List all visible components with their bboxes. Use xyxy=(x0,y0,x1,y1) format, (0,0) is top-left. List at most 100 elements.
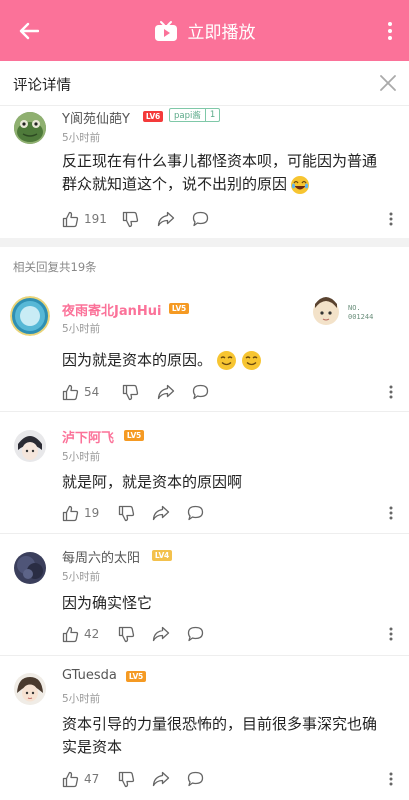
thumb-up-icon xyxy=(62,211,79,227)
dislike-button[interactable] xyxy=(118,502,135,524)
replies-count-label: 相关回复共19条 xyxy=(13,260,97,274)
comment-text-line: 因为确实怪它 xyxy=(62,594,153,612)
top-bar: 立即播放 xyxy=(0,0,409,61)
smiling-emoji-icon xyxy=(217,351,237,370)
comment-icon xyxy=(192,384,209,400)
avatar[interactable] xyxy=(10,296,50,336)
comment-icon xyxy=(187,626,204,642)
play-now-wrap: 立即播放 xyxy=(0,0,409,61)
reply-item: 夜雨寄北JanHui LV5 5小时前 NO. 001244 因为就是资本的原因… xyxy=(0,292,409,410)
more-vertical-icon[interactable] xyxy=(385,211,397,227)
more-menu-button[interactable] xyxy=(383,18,397,44)
reply-button[interactable] xyxy=(192,381,209,403)
share-icon xyxy=(157,211,175,227)
decoration-number: NO. 001244 xyxy=(348,304,373,322)
more-vertical-icon[interactable] xyxy=(385,505,397,521)
timestamp: 5小时前 xyxy=(62,132,101,144)
comment-text: 因为就是资本的原因。 xyxy=(62,349,392,372)
thumb-up-icon xyxy=(62,505,79,521)
thumb-down-icon xyxy=(122,384,139,400)
dislike-button[interactable] xyxy=(122,381,139,403)
page-title: 评论详情 xyxy=(13,78,71,94)
level-badge: LV5 xyxy=(169,303,189,314)
share-button[interactable] xyxy=(152,623,170,645)
dark-avatar-icon xyxy=(14,552,46,584)
more-vertical-icon[interactable] xyxy=(385,384,397,400)
share-button[interactable] xyxy=(157,208,175,230)
avatar[interactable] xyxy=(14,673,46,705)
like-count: 47 xyxy=(84,772,100,786)
timestamp: 5小时前 xyxy=(62,693,101,705)
like-button[interactable]: 54 xyxy=(62,381,99,403)
comment-text-line: 群众就知道这个，说不出别的原因 xyxy=(62,175,288,193)
reply-button[interactable] xyxy=(187,768,204,790)
dislike-button[interactable] xyxy=(122,208,139,230)
more-vertical-icon[interactable] xyxy=(385,626,397,642)
smiling-emoji-icon xyxy=(242,351,262,370)
share-button[interactable] xyxy=(157,381,175,403)
username[interactable]: GTuesda xyxy=(62,668,117,683)
level-badge: LV6 xyxy=(143,111,163,122)
comment-text: 反正现在有什么事儿都怪资本呗，可能因为普通 群众就知道这个，说不出别的原因 xyxy=(62,150,392,196)
dislike-button[interactable] xyxy=(118,623,135,645)
reply-button[interactable] xyxy=(187,623,204,645)
like-count: 191 xyxy=(84,212,107,226)
section-separator xyxy=(0,238,409,247)
comment-actions: 42 xyxy=(62,623,397,645)
comment-text: 资本引导的力量很恐怖的，目前很多事深究也确 实是资本 xyxy=(62,713,392,759)
comment-text-line: 反正现在有什么事儿都怪资本呗，可能因为普通 xyxy=(62,152,378,170)
avatar[interactable] xyxy=(14,430,46,462)
avatar[interactable] xyxy=(14,552,46,584)
comment-actions: 54 xyxy=(62,381,397,403)
avatar[interactable] xyxy=(14,112,46,144)
comment-text-line: 资本引导的力量很恐怖的，目前很多事深究也确 xyxy=(62,715,378,733)
decoration-number-value: 001244 xyxy=(348,313,374,321)
anime-avatar-icon xyxy=(14,673,46,705)
username[interactable]: 泸下阿飞 xyxy=(62,427,114,446)
timestamp: 5小时前 xyxy=(62,571,101,583)
comment-actions: 19 xyxy=(62,502,397,524)
share-icon xyxy=(152,505,170,521)
avatar-frame-icon xyxy=(10,296,50,336)
play-now-button[interactable]: 立即播放 xyxy=(154,18,256,43)
thumb-down-icon xyxy=(118,505,135,521)
username[interactable]: 每周六的太阳 xyxy=(62,547,140,566)
like-button[interactable]: 42 xyxy=(62,623,99,645)
more-vertical-icon xyxy=(388,22,392,40)
thumb-up-icon xyxy=(62,626,79,642)
username[interactable]: Y阆苑仙葩Y xyxy=(62,108,130,127)
reply-item: 每周六的太阳 LV4 5小时前 因为确实怪它 42 xyxy=(0,534,409,654)
reply-button[interactable] xyxy=(192,208,209,230)
reply-item: GTuesda LV5 5小时前 资本引导的力量很恐怖的，目前很多事深究也确 实… xyxy=(0,656,409,800)
share-icon xyxy=(157,384,175,400)
share-button[interactable] xyxy=(152,768,170,790)
thumb-up-icon xyxy=(62,771,79,787)
level-badge: LV4 xyxy=(152,550,172,561)
laughing-emoji-icon xyxy=(291,175,310,194)
comment-actions: 191 xyxy=(62,208,397,230)
thumb-down-icon xyxy=(118,626,135,642)
share-button[interactable] xyxy=(152,502,170,524)
play-now-label: 立即播放 xyxy=(187,23,256,43)
username[interactable]: 夜雨寄北JanHui xyxy=(62,300,161,319)
reply-button[interactable] xyxy=(187,502,204,524)
reply-item: 泸下阿飞 LV5 5小时前 就是阿，就是资本的原因啊 19 xyxy=(0,412,409,532)
share-icon xyxy=(152,771,170,787)
like-button[interactable]: 47 xyxy=(62,768,99,790)
anime-avatar-icon xyxy=(14,430,46,462)
comment-text-line-2: 群众就知道这个，说不出别的原因 xyxy=(62,173,392,196)
like-button[interactable]: 191 xyxy=(62,208,107,230)
share-icon xyxy=(152,626,170,642)
like-count: 54 xyxy=(84,385,100,399)
comment-text: 就是阿，就是资本的原因啊 xyxy=(62,471,392,494)
like-count: 19 xyxy=(84,506,100,520)
comment-icon xyxy=(187,505,204,521)
fan-medal-name: papi酱 xyxy=(174,111,201,121)
comment-icon xyxy=(187,771,204,787)
close-icon[interactable] xyxy=(377,72,399,94)
dislike-button[interactable] xyxy=(118,768,135,790)
more-vertical-icon[interactable] xyxy=(385,771,397,787)
fan-medal-level: 1 xyxy=(204,109,219,121)
thumb-down-icon xyxy=(122,211,139,227)
like-button[interactable]: 19 xyxy=(62,502,99,524)
